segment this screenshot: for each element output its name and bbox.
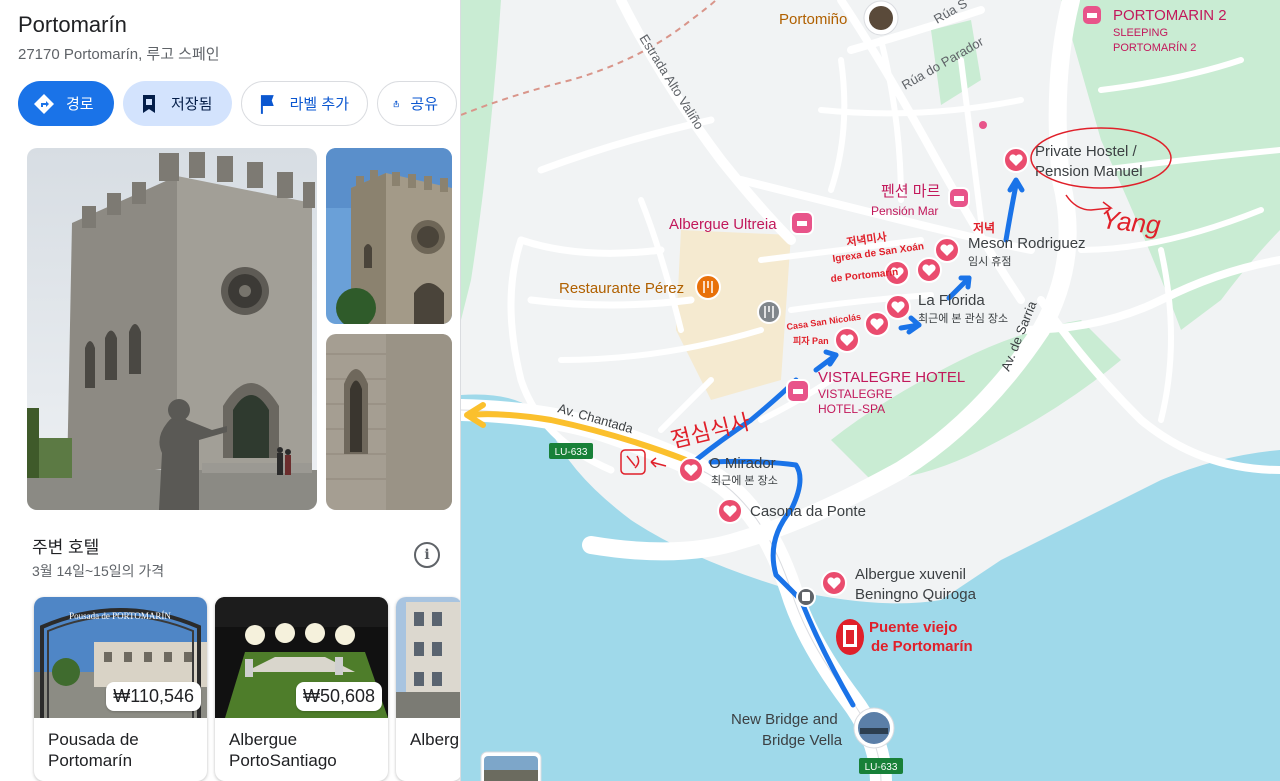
saved-pin-albergue-xuvenil[interactable] — [821, 570, 847, 596]
hotel-name: Albergue Pons — [410, 730, 460, 749]
add-label-label: 라벨 추가 — [289, 96, 349, 113]
saved-pin-pension-manuel[interactable] — [1003, 147, 1029, 173]
share-icon — [393, 100, 399, 107]
nearby-hotels-title: 주변 호텔 — [32, 538, 100, 557]
poi-sub-portomarin2: SLEEPING — [1113, 27, 1168, 39]
annotation-yang: Yang — [1100, 204, 1162, 240]
lodging-marker-pension-mar[interactable] — [948, 187, 970, 209]
directions-label: 경로 — [66, 96, 94, 113]
road-shield-lu633-left: LU-633 — [549, 443, 593, 459]
poi-label-new-bridge: New Bridge and — [731, 711, 838, 728]
food-marker-gray[interactable] — [757, 300, 781, 324]
lodging-marker-ultreia[interactable] — [790, 211, 814, 235]
main-photo[interactable] — [27, 148, 317, 510]
poi-sub-pension-mar: Pensión Mar — [871, 204, 938, 218]
lodging-marker-portomarin2[interactable] — [1083, 6, 1101, 24]
park-area-left — [461, 0, 501, 320]
map-view[interactable]: Estrada Alto Valiño Rúa do Parador Rúa S… — [461, 0, 1280, 781]
saved-pin[interactable] — [916, 257, 942, 283]
poi-label-la-florida: La Florida — [918, 292, 985, 309]
food-marker-restaurante-perez[interactable] — [695, 274, 721, 300]
poi-label-portomino: Portomiño — [779, 11, 847, 28]
annotation-dinner: 저녁 — [973, 220, 995, 235]
annotation-pizza-pan: 피자 Pan — [793, 335, 829, 346]
place-address: 27170 Portomarín, 루고 스페인 — [18, 46, 220, 63]
poi-label-albergue-xuvenil: Beningno Quiroga — [855, 586, 977, 603]
bus-stop-icon[interactable] — [796, 587, 816, 607]
photo-2[interactable] — [326, 148, 452, 324]
lodging-marker-vistalegre[interactable] — [786, 379, 810, 403]
share-label: 공유 — [410, 96, 438, 113]
nearby-hotels-dates: 3월 14일~15일의 가격 — [32, 563, 165, 579]
poi-sub-la-florida: 최근에 본 관심 장소 — [918, 312, 1008, 325]
poi-label-o-mirador: O Mirador — [709, 455, 776, 472]
action-chips: 경로 저장됨 라벨 추가 공유 — [18, 81, 460, 126]
street-label: Estrada Alto Valiño — [636, 32, 706, 132]
photo-3[interactable] — [326, 334, 452, 510]
road-shield-lu633-bottom: LU-633 — [859, 758, 903, 774]
map-canvas[interactable]: Estrada Alto Valiño Rúa do Parador Rúa S… — [461, 0, 1280, 781]
pousada-sign-text: Pousada de PORTOMARÍN — [69, 611, 171, 621]
share-button[interactable]: 공유 — [377, 81, 457, 126]
place-panel: Portomarín 27170 Portomarín, 루고 스페인 경로 저… — [0, 0, 461, 781]
church-photo-image — [27, 148, 317, 510]
svg-text:LU-633: LU-633 — [555, 447, 588, 458]
directions-button[interactable]: 경로 — [18, 81, 114, 126]
hotel-card-pousada[interactable]: Pousada de PORTOMARÍN ₩110,546 Pousada d… — [34, 597, 207, 781]
hotel-price: ₩110,546 — [106, 682, 201, 711]
poi-sub-meson-rodriguez: 임시 휴점 — [968, 255, 1012, 268]
poi-label-vistalegre: VISTALEGRE HOTEL — [818, 369, 965, 386]
poi-label-restaurante-perez: Restaurante Pérez — [559, 280, 684, 297]
poi-sub-o-mirador: 최근에 본 장소 — [711, 474, 778, 487]
place-title: Portomarín — [18, 12, 127, 37]
poi-label-pension-manuel: Pension Manuel — [1035, 163, 1143, 180]
annotation-de-portomarin: de Portomarín — [871, 638, 973, 655]
poi-sub-vistalegre: VISTALEGRE — [818, 387, 892, 401]
hotel-name: Pousada de Portomarín — [48, 730, 139, 770]
red-tower-doodle — [836, 619, 864, 655]
poi-sub-vistalegre: HOTEL-SPA — [818, 402, 885, 416]
poi-label-albergue-ultreia: Albergue Ultreia — [669, 216, 777, 233]
saved-pin-casa-san-nicolas[interactable] — [834, 327, 860, 353]
saved-pin-casona-da-ponte[interactable] — [717, 498, 743, 524]
saved-pin[interactable] — [864, 311, 890, 337]
saved-pin-o-mirador[interactable] — [678, 457, 704, 483]
svg-text:LU-633: LU-633 — [865, 762, 898, 773]
church-wall-image — [326, 334, 452, 510]
hotel-card-portosantiago[interactable]: ₩50,608 Albergue PortoSantiago — [215, 597, 388, 781]
poi-label-pension-manuel: Private Hostel / — [1035, 143, 1138, 160]
saved-pin-la-florida[interactable] — [885, 294, 911, 320]
street-view-thumbnail[interactable] — [480, 751, 542, 781]
poi-sub-portomarin2: PORTOMARÍN 2 — [1113, 41, 1196, 54]
poi-label-albergue-xuvenil: Albergue xuvenil — [855, 566, 966, 583]
directions-icon — [34, 93, 54, 114]
flag-icon — [260, 94, 274, 114]
poi-label-pension-mar: 펜션 마르 — [881, 183, 941, 200]
small-poi-dot — [979, 121, 987, 129]
saved-label: 저장됨 — [171, 96, 213, 113]
annotation-puente-viejo: Puente viejo — [869, 619, 957, 636]
saved-button[interactable]: 저장됨 — [123, 81, 232, 126]
church-facade-image — [326, 148, 452, 324]
poi-label-portomarin2: PORTOMARIN 2 — [1113, 7, 1227, 24]
hotel-card-pons[interactable]: Albergue Pons — [396, 597, 460, 781]
hotel-name: Albergue PortoSantiago — [229, 730, 337, 770]
poi-label-casona-da-ponte: Casona da Ponte — [750, 503, 866, 520]
new-bridge-photo-marker[interactable] — [853, 707, 895, 749]
poi-label-new-bridge: Bridge Vella — [762, 732, 843, 749]
saved-pin-meson-rodriguez[interactable] — [934, 237, 960, 263]
info-icon[interactable]: i — [414, 542, 440, 568]
bookmark-icon — [143, 94, 155, 113]
poi-label-meson-rodriguez: Meson Rodriguez — [968, 235, 1086, 252]
add-label-button[interactable]: 라벨 추가 — [241, 81, 368, 126]
hotel-image — [396, 597, 460, 718]
hotel-price: ₩50,608 — [295, 682, 382, 711]
portomino-photo-marker[interactable] — [863, 0, 899, 36]
